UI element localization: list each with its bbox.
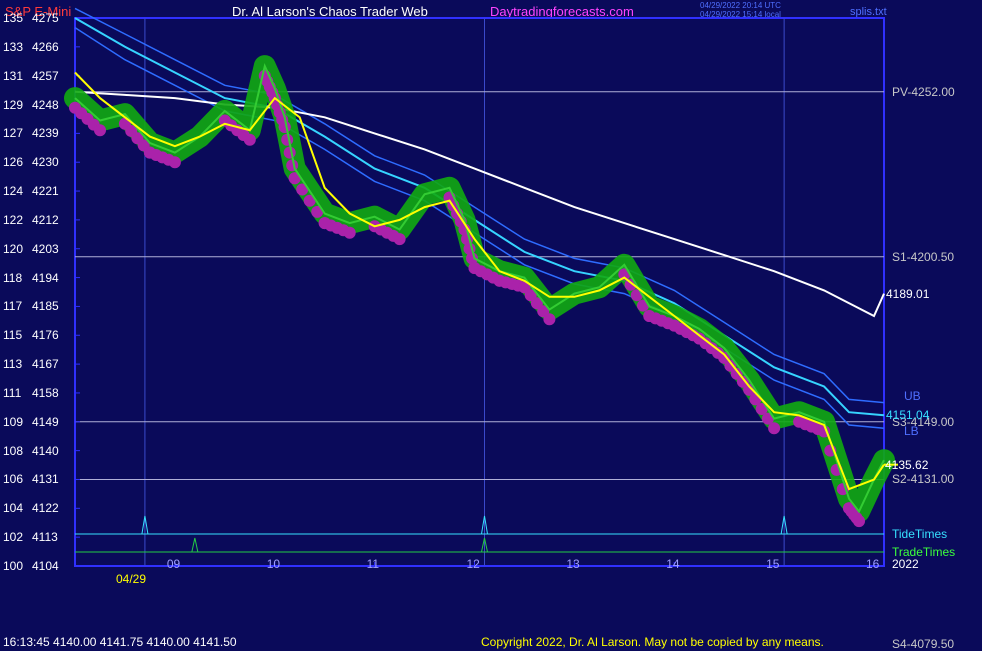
y-tick-label-right: 4203 [32,241,59,256]
y-tick-label-left: 133 [3,39,24,54]
y-tick-label-left: 113 [3,357,23,372]
y-tick-label-left: 100 [3,559,24,573]
y-tick-label-right: 4131 [32,472,59,487]
y-tick-label-left: 117 [3,299,23,314]
y-tick-label-left: 111 [3,385,22,400]
y-tick-label-right: 4113 [32,530,58,545]
y-tick-label-right: 4167 [32,357,59,372]
low-signal-dot [281,133,294,146]
y-tick-label-right: 4176 [32,328,59,343]
chart-page: { "header": { "instrument": "S&P E-Mini"… [0,0,982,651]
x-tick-label: 15 [766,557,780,571]
y-tick-label-left: 127 [3,126,24,141]
y-tick-label-left: 124 [3,184,24,199]
y-tick-label-right: 4122 [32,501,59,516]
y-tick-label-left: 120 [3,241,24,256]
low-signal-dot [94,124,106,137]
y-tick-label-right: 4257 [32,68,59,83]
low-signal-dot [343,226,356,239]
x-tick-label: 14 [666,557,680,571]
y-tick-label-left: 131 [3,68,24,83]
x-tick-label: 09 [166,557,181,571]
trade-times-label: TradeTimes [892,545,956,559]
x-tick-label: 11 [366,557,380,571]
low-signal-dot [768,422,781,435]
y-tick-label-right: 4158 [32,385,59,400]
price-chart [64,7,898,567]
pivot-level-label: S2-4131.00 [892,472,955,487]
upper-band-line [74,7,885,404]
x-tick-label: 10 [266,557,281,571]
x-tick-label: 13 [566,557,580,571]
y-tick-label-left: 118 [3,270,23,285]
low-signal-dot [853,515,865,528]
copyright-notice: Copyright 2022, Dr. Al Larson. May not b… [481,635,824,649]
low-signal-dot [243,133,256,146]
y-tick-label-right: 4212 [32,212,59,227]
y-tick-label-right: 4221 [32,184,59,199]
price-readout: 16:13:45 4140.00 4141.75 4140.00 4141.50 [3,635,237,649]
y-tick-label-right: 4239 [32,126,59,141]
price-glow [64,55,895,523]
s4-level-label: S4-4079.50 [892,637,955,651]
pivot-level-label: S1-4200.50 [892,249,955,264]
year-label: 2022 [892,557,919,571]
lower-band-line [74,26,885,429]
y-tick-label-left: 104 [3,501,24,516]
upper-band-end-label: UB [904,389,921,404]
lower-band-end-label: LB [904,424,919,439]
trade-time-spike [191,537,199,553]
low-signal-dot [283,146,296,159]
pivot-level-label: PV-4252.00 [892,84,955,99]
y-tick-label-left: 115 [3,328,23,343]
y-tick-label-right: 4140 [32,443,59,458]
low-signal-dot [278,121,291,133]
y-tick-label-right: 4104 [32,559,59,573]
y-tick-label-right: 4275 [32,11,59,25]
y-tick-label-right: 4230 [32,155,59,170]
y-tick-label-left: 126 [3,155,24,170]
y-tick-label-left: 129 [3,97,24,112]
date-label: 04/29 [116,572,147,586]
y-tick-label-right: 4194 [32,270,59,285]
low-signal-dot [543,313,556,326]
x-tick-label: 12 [466,557,480,571]
y-tick-label-left: 109 [3,414,24,429]
y-tick-label-left: 108 [3,443,24,458]
y-tick-label-left: 122 [3,212,24,227]
low-signal-dot [168,156,181,169]
x-tick-label: 16 [866,557,880,571]
y-tick-label-right: 4185 [32,299,59,314]
y-tick-label-left: 135 [3,11,24,25]
white-ma-end-label: 4189.01 [886,286,930,301]
y-tick-label-right: 4248 [32,97,59,112]
last-price-label: 4135.62 [885,457,929,472]
y-tick-label-left: 102 [3,530,24,545]
low-signal-dot [393,233,406,246]
y-tick-label-right: 4266 [32,39,59,54]
y-tick-label-left: 106 [3,472,24,487]
cyan-moving-average [74,17,885,417]
cyan-ma-end-label: 4151.04 [886,408,930,423]
tide-times-label: TideTimes [892,527,948,541]
y-tick-label-right: 4149 [32,414,59,429]
